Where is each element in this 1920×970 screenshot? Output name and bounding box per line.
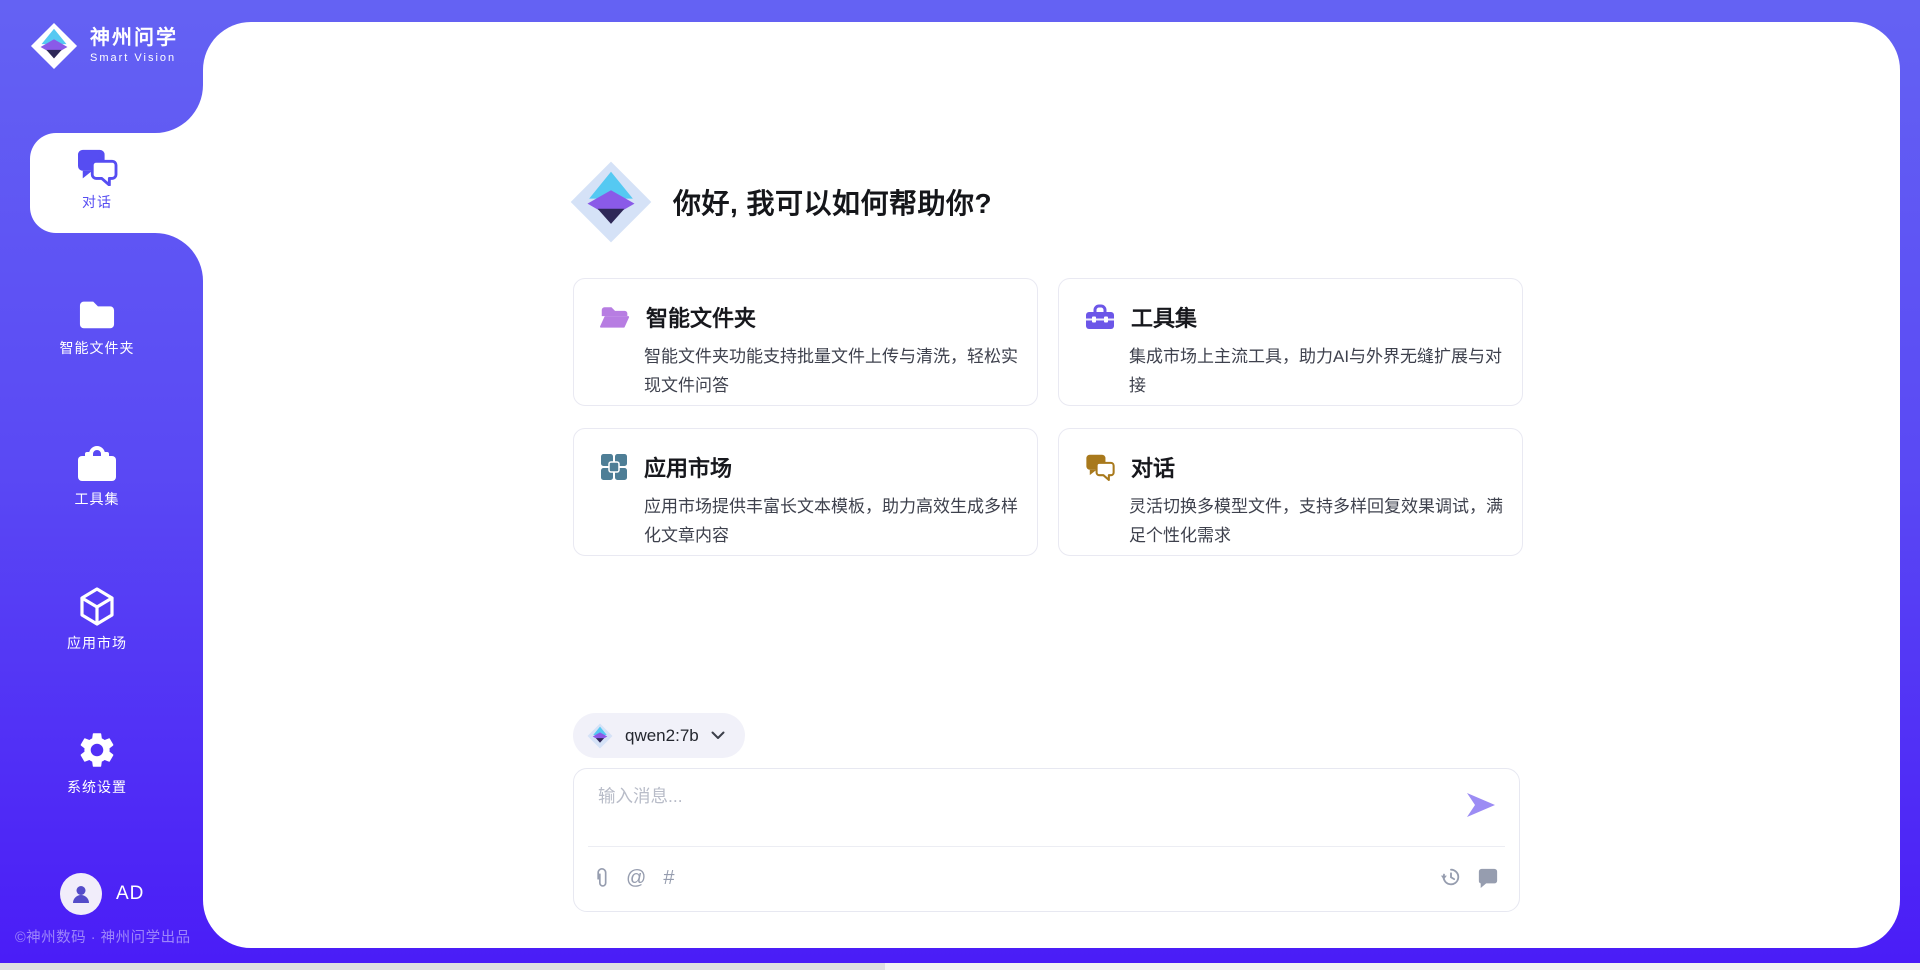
- person-icon: [69, 882, 93, 906]
- composer-divider: [588, 846, 1505, 847]
- sidebar-item-label: 应用市场: [0, 633, 194, 653]
- hash-icon[interactable]: #: [663, 866, 674, 890]
- sidebar-item-toolset[interactable]: 工具集: [0, 443, 194, 509]
- diamond-logo-icon: [587, 723, 613, 749]
- card-description: 智能文件夹功能支持批量文件上传与清洗，轻松实现文件问答: [644, 342, 1026, 400]
- folder-icon: [76, 296, 118, 332]
- history-button[interactable]: [1440, 866, 1462, 888]
- brand-subtitle: Smart Vision: [90, 51, 178, 65]
- copyright-footer: ©神州数码 · 神州问学出品: [15, 926, 191, 947]
- sidebar-item-settings[interactable]: 系统设置: [0, 729, 194, 797]
- composer-tools-right: [1440, 866, 1499, 888]
- chat-icon: [1085, 453, 1115, 481]
- greeting-row: 你好, 我可以如何帮助你?: [569, 160, 992, 244]
- card-toolset[interactable]: 工具集 集成市场上主流工具，助力AI与外界无缝扩展与对接: [1058, 278, 1523, 406]
- card-title: 对话: [1131, 451, 1175, 483]
- attach-file-button[interactable]: [594, 866, 609, 890]
- card-title: 智能文件夹: [646, 301, 756, 333]
- avatar: [60, 873, 102, 915]
- chevron-down-icon: [711, 731, 725, 740]
- new-chat-button[interactable]: [1477, 867, 1499, 888]
- at-icon[interactable]: @: [626, 866, 646, 890]
- toolbox-icon: [75, 443, 119, 483]
- app-root: 你好, 我可以如何帮助你? 智能文件夹 智能文件夹功能支持批量文件上传与清洗，轻…: [0, 0, 1920, 970]
- grid-icon: [600, 453, 628, 481]
- sidebar-item-label: 对话: [0, 192, 194, 212]
- sidebar-item-label: 智能文件夹: [0, 338, 194, 358]
- gear-icon: [76, 729, 118, 771]
- brand: 神州问学 Smart Vision: [30, 22, 178, 70]
- diamond-logo-icon: [30, 22, 78, 70]
- card-title: 工具集: [1131, 301, 1197, 333]
- send-button[interactable]: [1465, 791, 1497, 819]
- briefcase-icon: [1085, 303, 1115, 331]
- user-initials: AD: [116, 883, 144, 905]
- diamond-logo-icon: [569, 160, 653, 244]
- sidebar-item-label: 系统设置: [0, 777, 194, 797]
- open-folder-icon: [600, 304, 630, 330]
- horizontal-scrollbar[interactable]: [0, 963, 1920, 970]
- sidebar-item-app-market[interactable]: 应用市场: [0, 585, 194, 653]
- card-app-market[interactable]: 应用市场 应用市场提供丰富长文本模板，助力高效生成多样化文章内容: [573, 428, 1038, 556]
- chat-icon: [76, 148, 118, 186]
- card-description: 应用市场提供丰富长文本模板，助力高效生成多样化文章内容: [644, 492, 1026, 550]
- card-description: 集成市场上主流工具，助力AI与外界无缝扩展与对接: [1129, 342, 1511, 400]
- scrollbar-thumb[interactable]: [0, 963, 885, 970]
- paperclip-icon: [594, 866, 609, 890]
- model-selector[interactable]: qwen2:7b: [573, 713, 745, 758]
- message-input[interactable]: [596, 785, 1440, 808]
- comment-icon: [1477, 867, 1499, 888]
- feature-cards: 智能文件夹 智能文件夹功能支持批量文件上传与清洗，轻松实现文件问答 工具集 集成…: [573, 278, 1523, 556]
- user-row[interactable]: AD: [60, 873, 144, 915]
- card-description: 灵活切换多模型文件，支持多样回复效果调试，满足个性化需求: [1129, 492, 1511, 550]
- cube-icon: [76, 585, 118, 627]
- sidebar: 神州问学 Smart Vision 对话 智能文件夹: [0, 0, 203, 970]
- send-icon: [1465, 791, 1497, 819]
- model-name: qwen2:7b: [625, 726, 699, 746]
- page-title: 你好, 我可以如何帮助你?: [673, 182, 992, 222]
- brand-name: 神州问学: [90, 27, 178, 49]
- composer-tools-left: @ #: [594, 866, 674, 890]
- main-panel: 你好, 我可以如何帮助你? 智能文件夹 智能文件夹功能支持批量文件上传与清洗，轻…: [203, 22, 1900, 948]
- history-icon: [1440, 866, 1462, 888]
- sidebar-item-label: 工具集: [0, 489, 194, 509]
- sidebar-item-smart-folder[interactable]: 智能文件夹: [0, 296, 194, 358]
- message-composer: @ #: [573, 768, 1520, 912]
- card-chat[interactable]: 对话 灵活切换多模型文件，支持多样回复效果调试，满足个性化需求: [1058, 428, 1523, 556]
- sidebar-item-chat[interactable]: 对话: [0, 148, 194, 212]
- card-title: 应用市场: [644, 451, 732, 483]
- card-smart-folder[interactable]: 智能文件夹 智能文件夹功能支持批量文件上传与清洗，轻松实现文件问答: [573, 278, 1038, 406]
